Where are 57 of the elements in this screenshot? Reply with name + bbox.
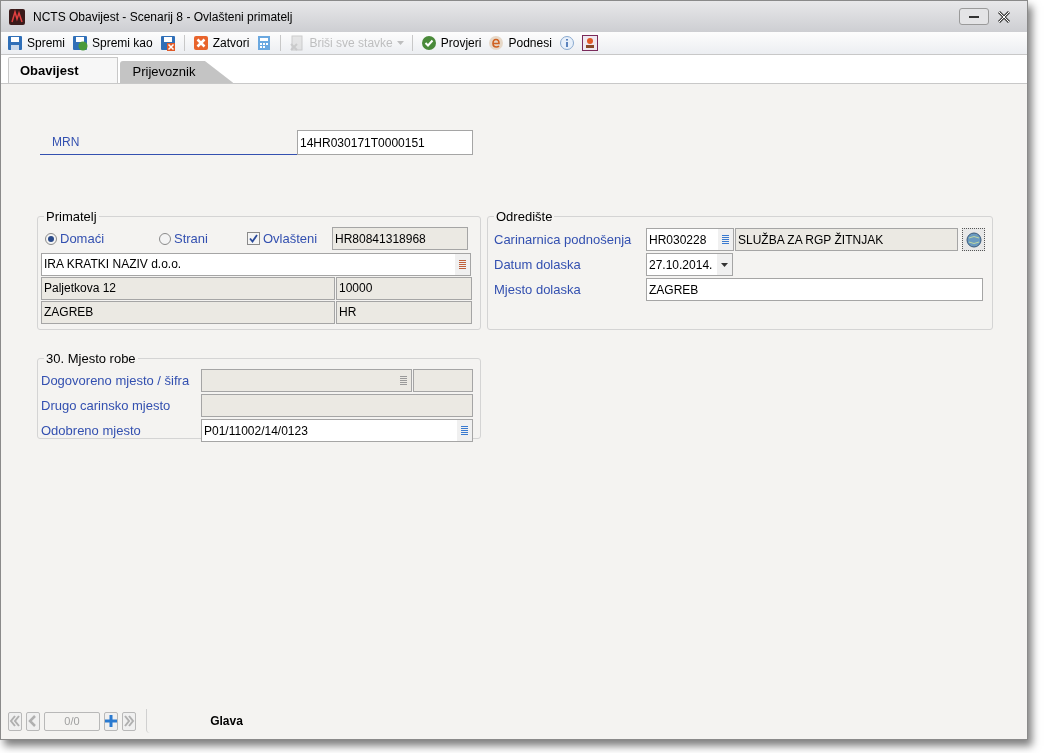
circle-icon (488, 35, 505, 51)
field-label: Mjesto dolaska (493, 280, 582, 299)
close-icon[interactable] (997, 10, 1011, 23)
field-label: Drugo carinsko mjesto (41, 396, 172, 415)
group-title: Odredište (495, 208, 554, 226)
mrn-field[interactable]: 14HR030171T0000151 (297, 130, 473, 155)
pager-field: 0/0 (44, 711, 100, 731)
field-label: Odobreno mjesto (41, 421, 142, 440)
calculator-icon (256, 35, 273, 51)
window-title: NCTS Obavijest - Scenarij 8 - Ovlašteni primatelj (33, 8, 293, 26)
tab[interactable]: Obavijest (8, 57, 118, 83)
last-icon (123, 715, 135, 727)
app-icon (9, 8, 25, 25)
info-icon (558, 35, 575, 51)
toolbar-button[interactable]: Spremi (5, 33, 67, 53)
lookup-button[interactable] (962, 228, 985, 251)
list-icon[interactable] (461, 426, 468, 435)
radio-button[interactable] (159, 232, 171, 245)
checkbox[interactable] (247, 232, 260, 245)
field-label: Ovlašteni (263, 229, 318, 248)
first-icon (9, 715, 21, 727)
field-label: Dogovoreno mjesto / šifra (41, 371, 191, 390)
toolbar-button[interactable]: Provjeri (418, 33, 484, 53)
list-icon[interactable] (722, 235, 729, 244)
badge-icon (581, 35, 598, 51)
add-icon (105, 715, 117, 727)
name-field[interactable]: IRA KRATKI NAZIV d.o.o. (41, 252, 471, 276)
first-button[interactable] (8, 711, 22, 731)
place-field[interactable]: ZAGREB (646, 278, 983, 301)
previous-icon (27, 715, 39, 727)
field-label: Domaći (60, 229, 105, 248)
radio-button[interactable] (45, 232, 57, 245)
field-label: MRN (52, 134, 80, 151)
globe-icon (965, 231, 982, 248)
toolbar-button[interactable]: Podnesi (486, 33, 554, 53)
toolbar-button[interactable]: Spremi kao (70, 33, 155, 53)
group-title: Primatelj (45, 208, 98, 226)
toolbar-icon-button[interactable] (579, 33, 600, 53)
toolbar-button[interactable]: Zatvori (190, 33, 252, 53)
previous-button[interactable] (26, 711, 40, 731)
caret-icon (396, 41, 404, 45)
close-icon (192, 35, 209, 51)
field-label: Strani (174, 229, 208, 248)
checkmark-icon (420, 35, 437, 51)
minimize-button[interactable] (959, 8, 989, 25)
caret-icon[interactable] (721, 262, 728, 267)
date-field[interactable]: 27.10.2014. (646, 253, 733, 276)
field-label: Carinarnica podnošenja (493, 230, 633, 249)
approved-place-field[interactable]: P01/11002/14/0123 (201, 419, 473, 442)
tab[interactable]: Prijevoznik (119, 61, 234, 83)
add-button[interactable] (104, 711, 118, 731)
last-button[interactable] (122, 711, 136, 731)
office-code-field[interactable]: HR030228 (646, 228, 734, 251)
field-label: Datum dolaska (493, 255, 582, 274)
group-title: 30. Mjesto robe (45, 350, 137, 368)
document-icon (289, 35, 306, 51)
list-icon[interactable] (459, 259, 466, 269)
